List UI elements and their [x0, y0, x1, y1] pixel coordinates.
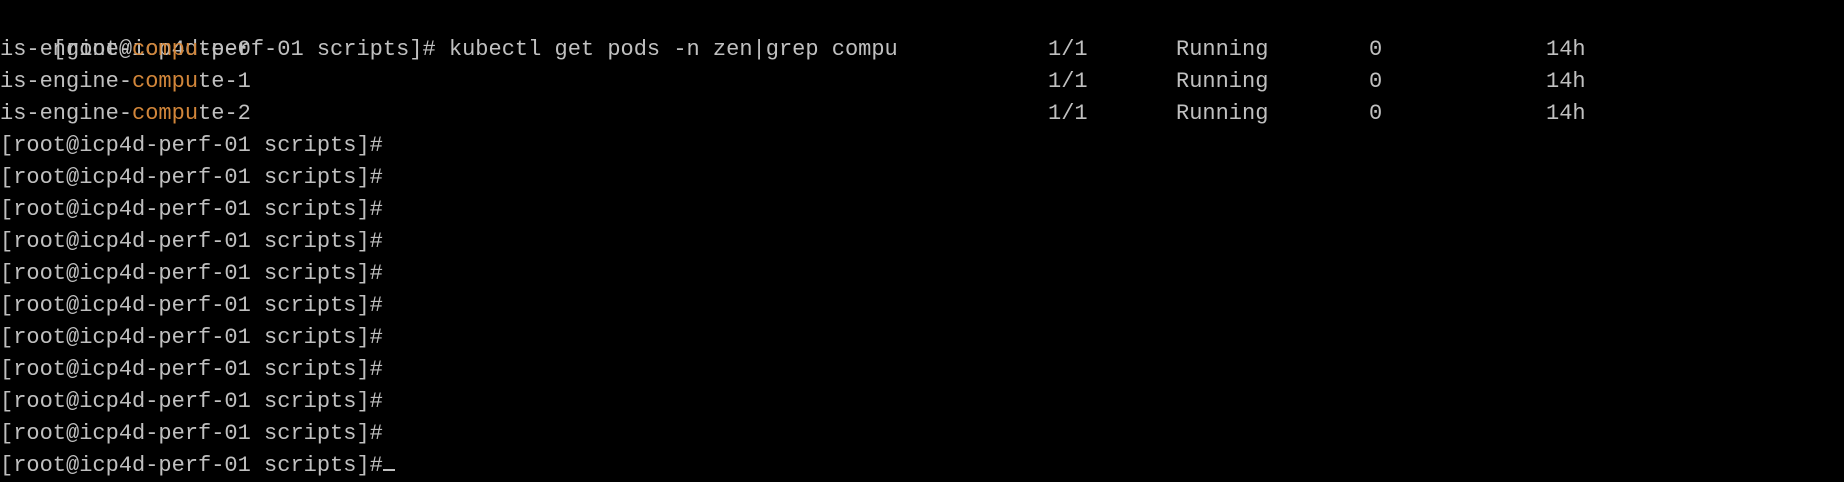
pod-ready: 1/1 — [1048, 101, 1088, 126]
prompt-line: [root@icp4d-perf-01 scripts]# — [0, 165, 383, 190]
prompt-line: [root@icp4d-perf-01 scripts]# — [0, 325, 383, 350]
pod-restarts: 0 — [1369, 37, 1383, 62]
text-cursor — [382, 469, 395, 471]
grep-match: compu — [132, 37, 199, 62]
pod-row: is-engine-compute-2 1/1 Running 0 14h — [0, 98, 1844, 130]
grep-match: compu — [132, 69, 199, 94]
pod-age: 14h — [1546, 101, 1586, 126]
pod-status: Running — [1176, 37, 1269, 62]
prompt-line: [root@icp4d-perf-01 scripts]# — [0, 229, 383, 254]
pod-name: is-engine-compute-2 — [0, 101, 251, 126]
pod-restarts: 0 — [1369, 69, 1383, 94]
pod-status: Running — [1176, 101, 1269, 126]
pod-row: is-engine-compute-0 1/1 Running 0 14h — [0, 34, 1844, 66]
active-prompt-line[interactable]: [root@icp4d-perf-01 scripts]# — [0, 450, 395, 482]
pod-row: is-engine-compute-1 1/1 Running 0 14h — [0, 66, 1844, 98]
grep-match: compu — [132, 101, 199, 126]
pod-name: is-engine-compute-0 — [0, 37, 251, 62]
pod-ready: 1/1 — [1048, 37, 1088, 62]
pod-age: 14h — [1546, 37, 1586, 62]
shell-prompt: [root@icp4d-perf-01 scripts]# — [0, 453, 383, 478]
pod-status: Running — [1176, 69, 1269, 94]
pod-restarts: 0 — [1369, 101, 1383, 126]
prompt-line: [root@icp4d-perf-01 scripts]# — [0, 197, 383, 222]
prompt-line: [root@icp4d-perf-01 scripts]# — [0, 261, 383, 286]
command-line: [root@icp4d-perf-01 scripts]# kubectl ge… — [0, 2, 898, 62]
pod-ready: 1/1 — [1048, 69, 1088, 94]
prompt-line: [root@icp4d-perf-01 scripts]# — [0, 421, 383, 446]
terminal-window[interactable]: [root@icp4d-perf-01 scripts]# kubectl ge… — [0, 0, 1844, 482]
prompt-line: [root@icp4d-perf-01 scripts]# — [0, 133, 383, 158]
prompt-line: [root@icp4d-perf-01 scripts]# — [0, 293, 383, 318]
pod-name: is-engine-compute-1 — [0, 69, 251, 94]
pod-age: 14h — [1546, 69, 1586, 94]
prompt-line: [root@icp4d-perf-01 scripts]# — [0, 389, 383, 414]
prompt-line: [root@icp4d-perf-01 scripts]# — [0, 357, 383, 382]
